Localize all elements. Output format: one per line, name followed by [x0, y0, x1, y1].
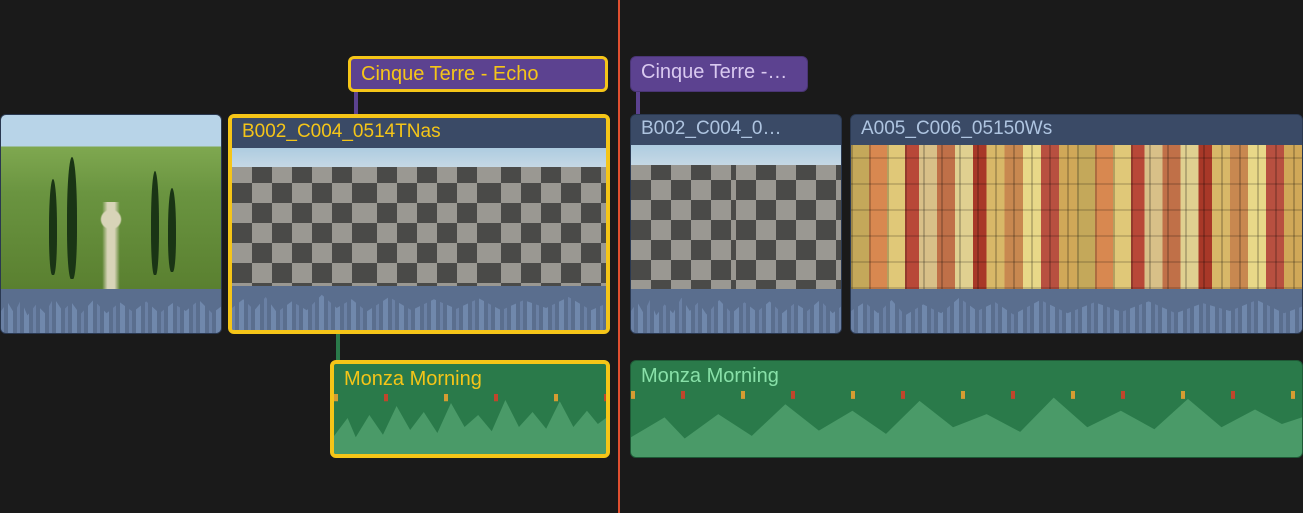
title-connector: [354, 92, 358, 114]
clip-thumbnail: [1, 115, 221, 289]
titles-lane: Cinque Terre - Echo Cinque Terre -…: [0, 56, 1303, 92]
clip-audio-waveform: [851, 289, 1302, 333]
clip-thumbnail: [631, 145, 841, 289]
audio-clip-1[interactable]: Monza Morning: [330, 360, 610, 458]
primary-storyline: B002_C004_0514TNas B002_C004_0… A005_C00…: [0, 114, 1303, 334]
clip-label: A005_C006_05150Ws: [851, 115, 1302, 145]
timeline[interactable]: Cinque Terre - Echo Cinque Terre -… B002…: [0, 0, 1303, 513]
connected-audio-lane: Monza Morning Monza Morning: [0, 360, 1303, 460]
clip-label: Monza Morning: [631, 361, 1302, 392]
clip-thumbnail: [851, 145, 1302, 289]
audio-clip-2[interactable]: Monza Morning: [630, 360, 1303, 458]
title-connector: [636, 92, 640, 114]
video-clip-2[interactable]: B002_C004_0514TNas: [228, 114, 610, 334]
clip-audio-waveform: [1, 289, 221, 333]
clip-audio-waveform: [631, 289, 841, 333]
video-clip-4[interactable]: A005_C006_05150Ws: [850, 114, 1303, 334]
video-clip-3[interactable]: B002_C004_0…: [630, 114, 842, 334]
clip-thumbnail: [232, 148, 606, 286]
clip-label: B002_C004_0514TNas: [232, 118, 606, 148]
audio-waveform: [334, 394, 606, 454]
clip-label: B002_C004_0…: [631, 115, 841, 145]
audio-connector: [336, 334, 340, 360]
audio-waveform: [631, 391, 1302, 457]
video-clip-1[interactable]: [0, 114, 222, 334]
title-clip-2[interactable]: Cinque Terre -…: [630, 56, 808, 92]
title-clip-1[interactable]: Cinque Terre - Echo: [348, 56, 608, 92]
clip-label: Monza Morning: [334, 364, 606, 395]
clip-audio-waveform: [232, 286, 606, 330]
